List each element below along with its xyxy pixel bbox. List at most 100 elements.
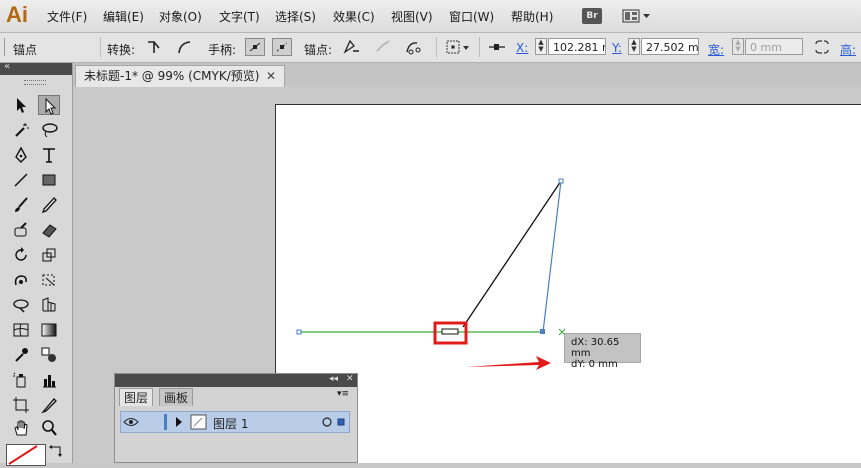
- bridge-button[interactable]: Br: [582, 8, 602, 24]
- menu-file[interactable]: 文件(F): [47, 8, 87, 25]
- x-field[interactable]: 102.281 m: [548, 38, 606, 55]
- reference-point-icon: [446, 40, 469, 54]
- line-segment-tool[interactable]: [10, 170, 32, 190]
- tools-panel-header: «: [0, 61, 72, 75]
- hand-icon: [14, 420, 28, 436]
- pencil-tool[interactable]: [38, 195, 60, 215]
- perspective-grid-tool[interactable]: [38, 295, 60, 315]
- pencil-icon: [41, 197, 57, 214]
- layer-name[interactable]: 图层 1: [213, 415, 248, 432]
- show-handles-button[interactable]: [245, 38, 265, 56]
- gradient-icon: [41, 323, 57, 337]
- zoom-tool[interactable]: [38, 418, 60, 438]
- control-bar: 锚点 转换: 手柄: 锚点: X: ▲▼ 102.281 m Y: ▲▼ 27.…: [0, 33, 861, 63]
- reference-point-button[interactable]: [445, 38, 473, 56]
- layers-panel: ◂◂ ✕ 图层 画板 ▾≡ 图层 1: [114, 373, 358, 463]
- tab-artboards[interactable]: 画板: [159, 388, 194, 406]
- cut-path-button[interactable]: [404, 38, 424, 56]
- menu-edit[interactable]: 编辑(E): [103, 8, 144, 25]
- x-value: 102.281: [553, 41, 599, 54]
- blob-brush-tool[interactable]: [10, 220, 32, 240]
- menu-help[interactable]: 帮助(H): [511, 8, 553, 25]
- free-transform-tool[interactable]: [38, 270, 60, 290]
- artboard-tool[interactable]: [10, 395, 32, 415]
- layer-row[interactable]: 图层 1: [120, 411, 350, 433]
- smooth-anchor-icon: [178, 41, 191, 54]
- menu-select[interactable]: 选择(S): [275, 8, 316, 25]
- swap-fill-stroke-button[interactable]: [48, 443, 64, 459]
- magic-wand-tool[interactable]: [10, 120, 32, 140]
- slice-knife-icon: [41, 398, 57, 414]
- target-indicator-icon[interactable]: [321, 416, 351, 428]
- width-field[interactable]: 0 mm: [745, 38, 803, 55]
- menu-effect[interactable]: 效果(C): [333, 8, 375, 25]
- eye-visibility-icon[interactable]: [123, 415, 139, 429]
- x-stepper[interactable]: ▲ ▼: [535, 38, 547, 55]
- lasso-tool[interactable]: [38, 120, 60, 140]
- layers-panel-header: ◂◂ ✕: [115, 374, 357, 387]
- eyedropper-icon: [15, 348, 28, 362]
- cut-path-icon: [406, 42, 421, 55]
- column-graph-tool[interactable]: [38, 370, 60, 390]
- width-stepper[interactable]: ▲ ▼: [732, 38, 744, 55]
- hand-tool[interactable]: [10, 418, 32, 438]
- rectangle-tool[interactable]: [38, 170, 60, 190]
- tab-layers[interactable]: 图层: [119, 388, 154, 406]
- width-label[interactable]: 宽:: [708, 41, 724, 58]
- workspace-switcher-button[interactable]: [622, 8, 652, 24]
- selection-tool[interactable]: [10, 95, 32, 115]
- menu-type[interactable]: 文字(T): [219, 8, 260, 25]
- connect-anchors-button[interactable]: [373, 38, 393, 56]
- align-anchor-button[interactable]: [487, 38, 507, 56]
- close-tab-icon[interactable]: ✕: [266, 66, 276, 86]
- convert-to-smooth-button[interactable]: [174, 38, 194, 56]
- anchor-point-left[interactable]: [296, 329, 302, 335]
- collapse-arrows-icon[interactable]: «: [4, 61, 10, 72]
- anchor-point-top[interactable]: [558, 178, 564, 184]
- constrain-proportions-button[interactable]: [812, 38, 832, 56]
- eyedropper-tool[interactable]: [10, 345, 32, 365]
- collapse-panel-icon[interactable]: ◂◂: [329, 374, 338, 384]
- y-field[interactable]: 27.502 m: [641, 38, 699, 55]
- mesh-tool[interactable]: [10, 320, 32, 340]
- smart-guide-tooltip: dX: 30.65 mm dY: 0 mm: [564, 333, 641, 370]
- handles-hide-icon: [276, 42, 288, 52]
- scale-tool[interactable]: [38, 245, 60, 265]
- menu-window[interactable]: 窗口(W): [449, 8, 494, 25]
- hide-handles-button[interactable]: [272, 38, 292, 56]
- y-label[interactable]: Y:: [612, 41, 622, 55]
- corner-anchor-icon: [148, 41, 160, 53]
- shape-builder-tool[interactable]: [10, 295, 32, 315]
- panel-menu-icon[interactable]: ▾≡: [337, 389, 349, 399]
- eraser-tool[interactable]: [38, 220, 60, 240]
- anchor-line-icon: [489, 44, 505, 50]
- slice-tool[interactable]: [38, 395, 60, 415]
- remove-anchor-button[interactable]: [341, 38, 361, 56]
- document-tab[interactable]: 未标题-1* @ 99% (CMYK/预览) ✕: [75, 65, 285, 87]
- spray-can-icon: [13, 372, 26, 388]
- warp-tool[interactable]: [10, 270, 32, 290]
- type-tool[interactable]: [38, 145, 60, 165]
- menu-object[interactable]: 对象(O): [159, 8, 202, 25]
- line-segment-icon: [14, 173, 28, 187]
- paintbrush-tool[interactable]: [10, 195, 32, 215]
- rotate-tool[interactable]: [10, 245, 32, 265]
- anchor-point-selected[interactable]: [540, 329, 545, 334]
- blend-icon: [41, 347, 56, 362]
- x-label[interactable]: X:: [516, 41, 528, 55]
- gradient-tool[interactable]: [38, 320, 60, 340]
- height-label[interactable]: 高:: [840, 41, 856, 58]
- menu-view[interactable]: 视图(V): [391, 8, 433, 25]
- close-panel-icon[interactable]: ✕: [346, 374, 354, 384]
- x-unit: m: [602, 41, 605, 54]
- rotate-icon: [15, 247, 27, 261]
- expand-triangle-icon[interactable]: [175, 417, 183, 427]
- direct-selection-tool[interactable]: [38, 95, 60, 115]
- convert-to-corner-button[interactable]: [144, 38, 164, 56]
- handles-show-icon: [249, 42, 261, 52]
- artboard-icon: [13, 397, 29, 413]
- y-stepper[interactable]: ▲ ▼: [628, 38, 640, 55]
- pen-tool[interactable]: [10, 145, 32, 165]
- symbol-sprayer-tool[interactable]: [10, 370, 32, 390]
- blend-tool[interactable]: [38, 345, 60, 365]
